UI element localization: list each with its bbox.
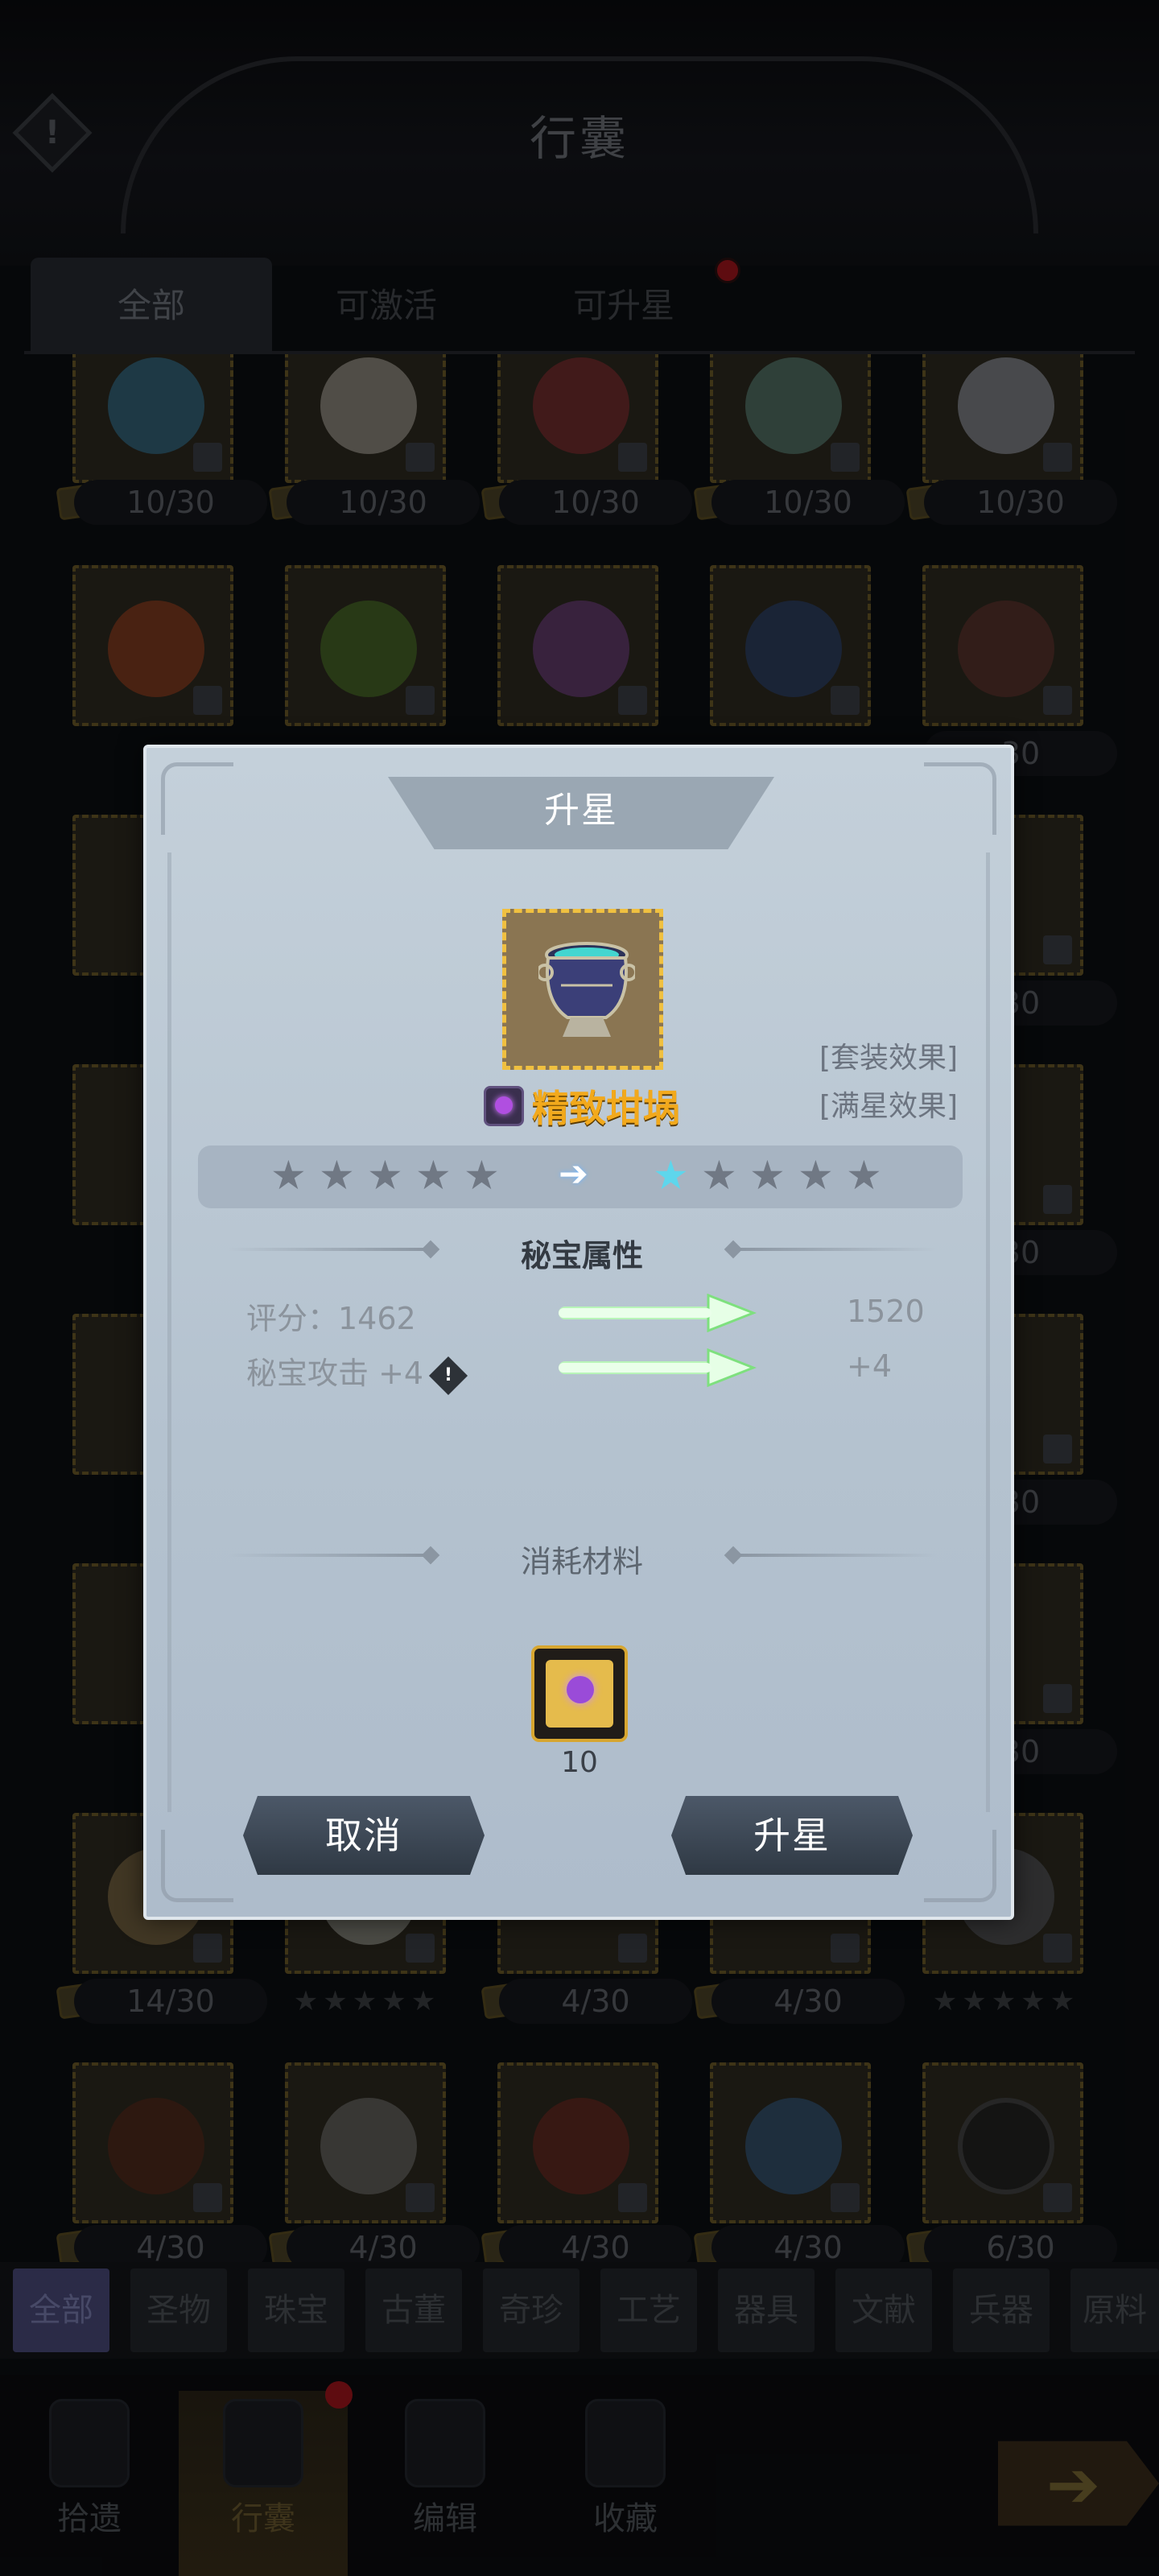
attack-label-row: 秘宝攻击 +4! bbox=[246, 1348, 468, 1395]
star-icon: ★ bbox=[749, 1152, 786, 1199]
material-quantity: 10 bbox=[561, 1746, 598, 1779]
corner-ornament bbox=[924, 1830, 996, 1902]
item-preview[interactable] bbox=[502, 909, 663, 1070]
star-icon: ★ bbox=[798, 1152, 834, 1199]
star-icon: ★ bbox=[464, 1152, 500, 1199]
divider bbox=[736, 1554, 937, 1557]
material-item[interactable] bbox=[531, 1645, 628, 1742]
border-ornament bbox=[986, 852, 990, 1812]
material-section-title: 消耗材料 bbox=[520, 1544, 643, 1579]
cauldron-icon bbox=[538, 942, 635, 1037]
attack-after: +4 bbox=[847, 1348, 893, 1384]
score-after: 1520 bbox=[847, 1294, 925, 1329]
corner-ornament bbox=[161, 1830, 233, 1902]
star-icon-active: ★ bbox=[653, 1152, 689, 1199]
puzzle-piece-icon bbox=[546, 1660, 613, 1728]
divider bbox=[736, 1248, 937, 1251]
score-label: 评分：1462 bbox=[246, 1301, 416, 1336]
gem-icon bbox=[567, 1676, 594, 1703]
dialog-title: 升星 bbox=[544, 790, 618, 831]
corner-ornament bbox=[924, 762, 996, 835]
attack-label: 秘宝攻击 +4 bbox=[246, 1356, 424, 1391]
info-glyph: ! bbox=[444, 1364, 453, 1385]
game-screen: ! 行囊 全部 可激活 可升星 10/30 10/30 10/30 10/30 … bbox=[0, 0, 1159, 2576]
corner-ornament bbox=[161, 762, 233, 835]
arrow-right-icon bbox=[559, 1294, 757, 1332]
arrow-right-icon bbox=[559, 1348, 757, 1387]
star-icon: ★ bbox=[270, 1152, 307, 1199]
gem-icon bbox=[484, 1086, 524, 1126]
star-icon: ★ bbox=[846, 1152, 882, 1199]
star-icon: ★ bbox=[319, 1152, 355, 1199]
upgrade-star-dialog: 升星 [套装效果] [满星效果] 精致坩埚 ★ ★ ★ ★ ★ ➔ ★ ★ ★ … bbox=[143, 745, 1014, 1920]
upgrade-star-button[interactable]: 升星 bbox=[671, 1796, 913, 1875]
star-icon: ★ bbox=[367, 1152, 403, 1199]
item-name: 精致坩埚 bbox=[532, 1087, 680, 1130]
border-ornament bbox=[167, 852, 171, 1812]
star-icon: ★ bbox=[701, 1152, 737, 1199]
set-effect-link[interactable]: [套装效果] bbox=[819, 1034, 958, 1076]
star-icon: ★ bbox=[415, 1152, 452, 1199]
cancel-button[interactable]: 取消 bbox=[243, 1796, 485, 1875]
star-progress: ★ ★ ★ ★ ★ ➔ ★ ★ ★ ★ ★ bbox=[198, 1146, 963, 1208]
attribute-section-title: 秘宝属性 bbox=[520, 1238, 643, 1274]
arrow-right-icon: ➔ bbox=[559, 1154, 588, 1195]
item-title: 精致坩埚 bbox=[146, 1080, 1017, 1131]
info-icon[interactable]: ! bbox=[429, 1356, 468, 1395]
